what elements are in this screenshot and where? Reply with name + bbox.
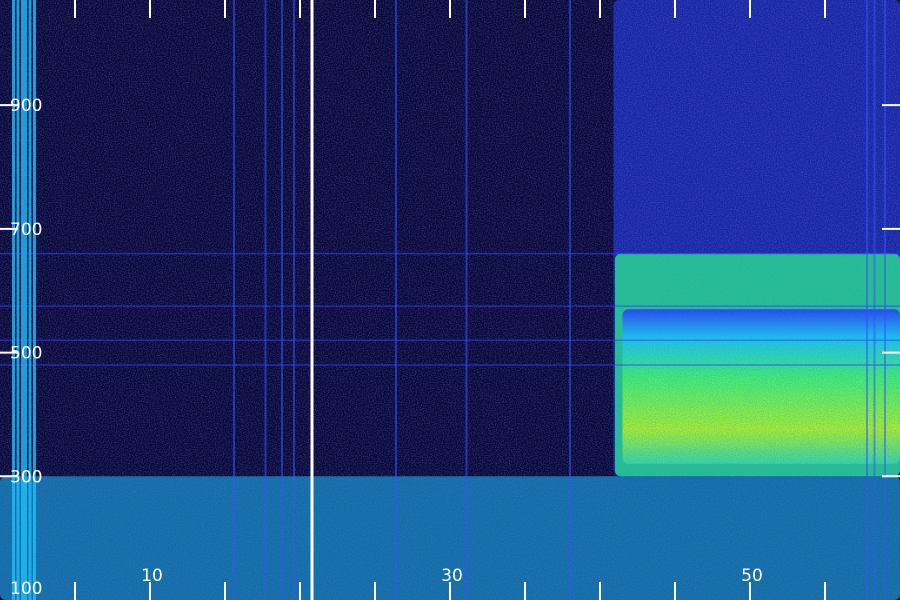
x-tick-label: 30 [441, 566, 463, 586]
y-tick-label: 900 [10, 96, 42, 116]
x-tick-label: 50 [741, 566, 763, 586]
y-tick-label: 100 [10, 579, 42, 599]
y-tick-label: 500 [10, 344, 42, 364]
x-tick-label: 10 [141, 566, 163, 586]
y-tick-label: 700 [10, 220, 42, 240]
y-tick-label: 300 [10, 467, 42, 487]
spectrogram-chart: 900 700 500 300 100 10 30 50 [0, 0, 900, 600]
noise-overlay [0, 0, 900, 600]
